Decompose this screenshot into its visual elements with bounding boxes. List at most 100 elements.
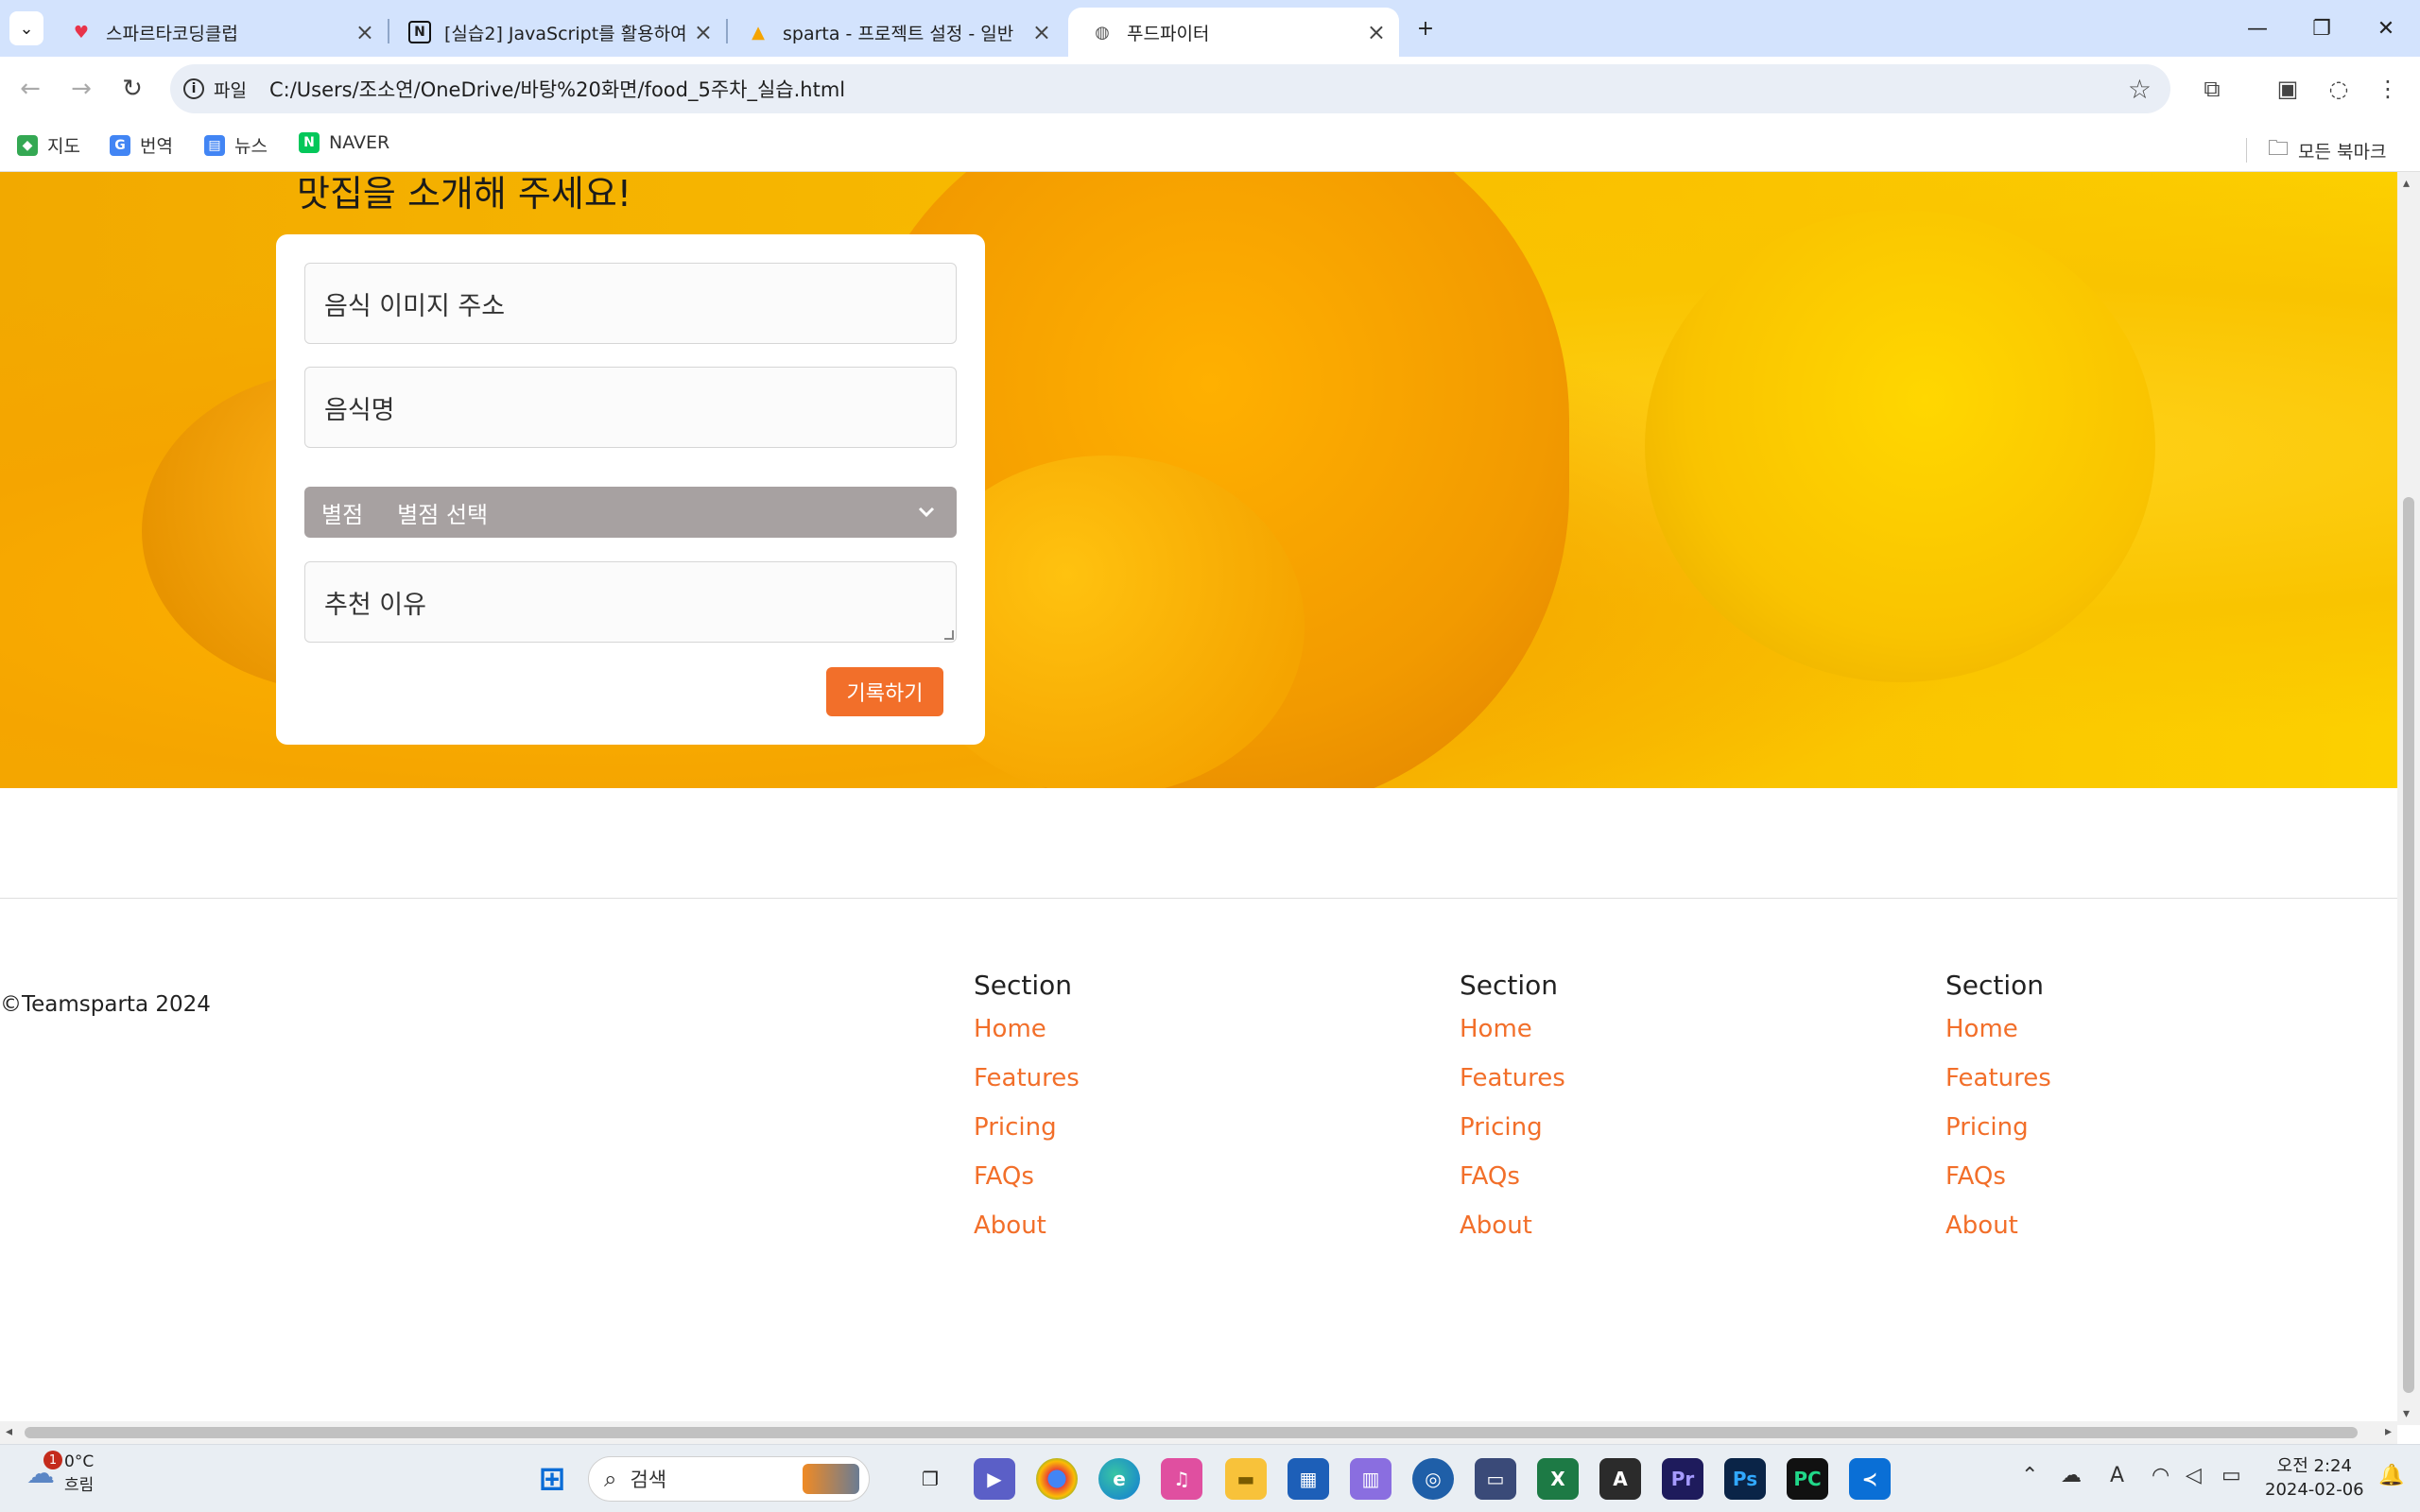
tab-food-fighter[interactable]: ◍ 푸드파이터 ×: [1068, 8, 1399, 57]
minimize-button[interactable]: —: [2229, 9, 2286, 47]
acrobat-icon[interactable]: A: [1599, 1458, 1641, 1500]
footer-link-features[interactable]: Features: [1945, 1064, 2051, 1113]
weather-widget[interactable]: ☁ 1 0°C 흐림: [26, 1451, 94, 1495]
app-circle-icon[interactable]: ◎: [1412, 1458, 1454, 1500]
new-tab-button[interactable]: +: [1397, 9, 1454, 47]
horizontal-scroll-thumb[interactable]: [25, 1427, 2358, 1438]
footer-link-pricing[interactable]: Pricing: [974, 1113, 1080, 1162]
scroll-left-icon[interactable]: ◂: [6, 1424, 12, 1439]
browser-tab-strip: ⌄ ♥ 스파르타코딩클럽 × N [실습2] JavaScript를 활용하여 …: [0, 0, 2420, 57]
address-bar[interactable]: i 파일 C:/Users/조소연/OneDrive/바탕%20화면/food_…: [170, 64, 2170, 113]
tab-firebase[interactable]: ▲ sparta - 프로젝트 설정 - 일반 ×: [724, 8, 1064, 57]
taskbar-search[interactable]: ⌕ 검색: [588, 1456, 870, 1502]
back-button[interactable]: ←: [11, 70, 49, 108]
footer-link-faqs[interactable]: FAQs: [1460, 1162, 1565, 1211]
reason-placeholder: 추천 이유: [324, 590, 426, 620]
forward-button[interactable]: →: [62, 70, 100, 108]
store-icon[interactable]: ▦: [1288, 1458, 1329, 1500]
footer-link-home[interactable]: Home: [1460, 1015, 1565, 1064]
footer-link-pricing[interactable]: Pricing: [1460, 1113, 1565, 1162]
scroll-right-icon[interactable]: ▸: [2385, 1424, 2392, 1439]
tab-search-button[interactable]: ⌄: [0, 9, 53, 47]
onedrive-icon[interactable]: ☁: [2061, 1464, 2082, 1487]
edge-icon[interactable]: e: [1098, 1458, 1140, 1500]
vertical-divider: [2246, 138, 2247, 163]
bookmark-naver[interactable]: N NAVER: [299, 132, 389, 153]
submit-button[interactable]: 기록하기: [826, 667, 943, 716]
reason-textarea[interactable]: 추천 이유: [304, 561, 957, 643]
footer-link-pricing[interactable]: Pricing: [1945, 1113, 2051, 1162]
reload-button[interactable]: ↻: [113, 70, 151, 108]
file-scheme-label: 파일: [214, 79, 247, 101]
app-purple-icon[interactable]: ♫: [1161, 1458, 1202, 1500]
menu-icon[interactable]: ⋮: [2369, 70, 2407, 108]
resize-handle-icon[interactable]: [944, 630, 954, 640]
footer-link-features[interactable]: Features: [974, 1064, 1080, 1113]
close-icon[interactable]: ×: [1367, 19, 1386, 45]
maps-icon: ◆: [17, 134, 38, 156]
scroll-down-icon[interactable]: ▾: [2403, 1406, 2410, 1421]
notification-icon[interactable]: 🔔: [2378, 1464, 2404, 1487]
bookmark-translate[interactable]: G 번역: [110, 132, 173, 158]
restore-button[interactable]: ❐: [2293, 9, 2350, 47]
food-name-input[interactable]: 음식명: [304, 367, 957, 448]
footer-link-about[interactable]: About: [1945, 1211, 2051, 1261]
start-icon[interactable]: ⊞: [531, 1458, 573, 1500]
side-panel-icon[interactable]: ▣: [2269, 70, 2307, 108]
close-icon[interactable]: ×: [694, 19, 713, 45]
remote-desktop-icon[interactable]: ▭: [1475, 1458, 1516, 1500]
pycharm-icon[interactable]: PC: [1787, 1458, 1828, 1500]
horizontal-scrollbar[interactable]: ◂ ▸: [0, 1421, 2397, 1444]
chrome-icon[interactable]: [1036, 1458, 1078, 1500]
wifi-icon[interactable]: ◠: [2152, 1464, 2169, 1487]
rating-value: 별점 선택: [397, 501, 489, 528]
footer-heading: Section: [974, 970, 1073, 1001]
chevron-up-icon[interactable]: ⌃: [2021, 1464, 2038, 1487]
close-window-button[interactable]: ✕: [2358, 9, 2414, 47]
premiere-icon[interactable]: Pr: [1662, 1458, 1703, 1500]
bookmark-star-icon[interactable]: ☆: [2128, 74, 2152, 105]
vertical-scroll-thumb[interactable]: [2403, 497, 2414, 1393]
search-icon: ⌕: [604, 1466, 617, 1492]
bookmark-label: 지도: [47, 136, 80, 157]
lemon-image-right: [1645, 210, 2155, 682]
footer-link-about[interactable]: About: [974, 1211, 1080, 1261]
app-violet-icon[interactable]: ▥: [1350, 1458, 1392, 1500]
language-icon[interactable]: A: [2110, 1464, 2124, 1487]
tab-notion[interactable]: N [실습2] JavaScript를 활용하여 ×: [386, 8, 726, 57]
info-icon[interactable]: i: [183, 78, 204, 99]
footer-link-home[interactable]: Home: [974, 1015, 1080, 1064]
address-url[interactable]: C:/Users/조소연/OneDrive/바탕%20화면/food_5주차_실…: [269, 75, 845, 103]
extensions-icon[interactable]: ⧉: [2193, 70, 2231, 108]
task-view-icon[interactable]: ❐: [909, 1458, 951, 1500]
vertical-scrollbar[interactable]: ▴ ▾: [2397, 172, 2420, 1425]
tab-title: 스파르타코딩클럽: [106, 23, 238, 44]
image-url-placeholder: 음식 이미지 주소: [324, 291, 506, 321]
restaurant-form: 음식 이미지 주소 음식명 별점 별점 선택 추천 이유 기록하기: [276, 234, 985, 745]
footer-link-home[interactable]: Home: [1945, 1015, 2051, 1064]
footer-link-about[interactable]: About: [1460, 1211, 1565, 1261]
all-bookmarks[interactable]: 🗀 모든 북마크: [2246, 132, 2386, 168]
footer-link-faqs[interactable]: FAQs: [1945, 1162, 2051, 1211]
bookmark-news[interactable]: ▤ 뉴스: [204, 132, 268, 158]
vscode-icon[interactable]: ≺: [1849, 1458, 1891, 1500]
close-icon[interactable]: ×: [355, 19, 374, 45]
photoshop-icon[interactable]: Ps: [1724, 1458, 1766, 1500]
file-explorer-icon[interactable]: ▬: [1225, 1458, 1267, 1500]
volume-icon[interactable]: ◁: [2186, 1464, 2202, 1487]
bookmark-maps[interactable]: ◆ 지도: [17, 132, 80, 158]
battery-icon[interactable]: ▭: [2221, 1464, 2241, 1487]
scroll-up-icon[interactable]: ▴: [2403, 176, 2410, 191]
excel-icon[interactable]: X: [1537, 1458, 1579, 1500]
footer-link-faqs[interactable]: FAQs: [974, 1162, 1080, 1211]
clock-time: 오전 2:24: [2276, 1456, 2352, 1476]
close-icon[interactable]: ×: [1032, 19, 1051, 45]
system-clock[interactable]: 오전 2:24 2024-02-06: [2265, 1454, 2364, 1502]
profile-icon[interactable]: ◌: [2320, 70, 2358, 108]
footer-link-features[interactable]: Features: [1460, 1064, 1565, 1113]
image-url-input[interactable]: 음식 이미지 주소: [304, 263, 957, 344]
teams-icon[interactable]: ▶: [974, 1458, 1015, 1500]
search-label: 검색: [630, 1469, 667, 1491]
rating-select[interactable]: 별점 별점 선택: [304, 487, 957, 538]
tab-sparta[interactable]: ♥ 스파르타코딩클럽 ×: [47, 8, 388, 57]
